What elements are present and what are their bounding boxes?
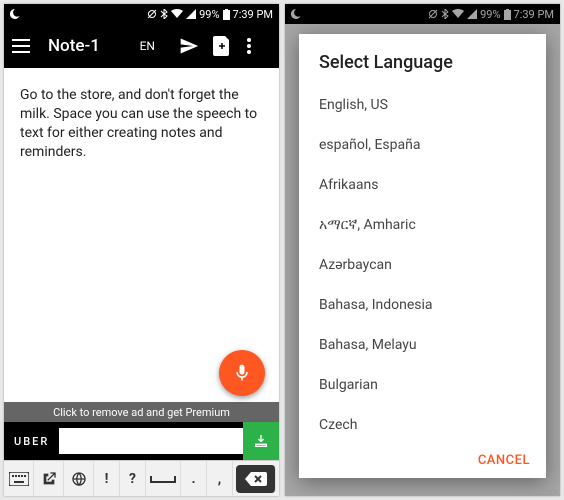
bluetooth-icon [160,9,168,19]
key-backspace[interactable] [236,465,276,493]
key-space[interactable] [146,461,181,497]
phone-left: 99% 7:39 PM Note-1 EN Go to t [4,4,279,496]
language-item[interactable]: Bulgarian [299,365,546,405]
language-item[interactable]: Czech [299,405,546,439]
note-text[interactable]: Go to the store, and don't forget the mi… [4,68,279,380]
ad-input[interactable] [59,428,243,454]
language-item[interactable]: Bahasa, Melayu [299,325,546,365]
key-period[interactable]: . [181,461,207,497]
language-dialog: Select Language English, US español, Esp… [299,34,546,478]
note-title: Note-1 [48,36,140,56]
download-icon [253,433,269,449]
signal-icon [186,9,196,19]
key-comma[interactable]: , [207,461,233,497]
battery-icon [223,9,230,20]
send-icon[interactable] [179,36,203,56]
clock-text: 7:39 PM [233,8,273,21]
keyboard-toolbar: ! ? . , [4,460,279,496]
overflow-icon[interactable] [247,38,271,54]
menu-icon[interactable] [12,39,30,53]
premium-ad-bar[interactable]: Click to remove ad and get Premium [4,402,279,422]
language-item[interactable]: Bahasa, Indonesia [299,285,546,325]
moon-icon [10,9,20,19]
phone-right: 99% 7:39 PM Select Language English, US … [285,4,560,496]
wifi-icon [171,9,183,19]
alarm-off-icon [147,9,157,19]
ad-download-button[interactable] [243,422,279,460]
mic-fab[interactable] [219,350,265,396]
open-external-icon[interactable] [34,461,64,497]
dialog-title: Select Language [299,34,546,85]
globe-icon[interactable] [64,461,94,497]
language-indicator[interactable]: EN [140,39,155,53]
key-exclaim[interactable]: ! [94,461,120,497]
mic-icon [232,363,252,383]
uber-logo: UBER [4,435,59,448]
cancel-button[interactable]: CANCEL [478,453,530,468]
battery-text: 99% [199,8,219,21]
uber-ad: UBER [4,422,279,460]
language-item[interactable]: español, España [299,125,546,165]
new-note-icon[interactable] [213,36,237,56]
language-item[interactable]: አማርኛ, Amharic [299,205,546,245]
status-bar: 99% 7:39 PM [4,4,279,24]
language-list[interactable]: English, US español, España Afrikaans አማ… [299,85,546,439]
watermark: wsxdn.com [512,488,558,498]
language-item[interactable]: Afrikaans [299,165,546,205]
backspace-icon [245,472,267,486]
language-item[interactable]: Azərbaycan [299,245,546,285]
app-bar: Note-1 EN [4,24,279,68]
keyboard-icon[interactable] [4,461,34,497]
key-question[interactable]: ? [120,461,146,497]
language-item[interactable]: English, US [299,85,546,125]
